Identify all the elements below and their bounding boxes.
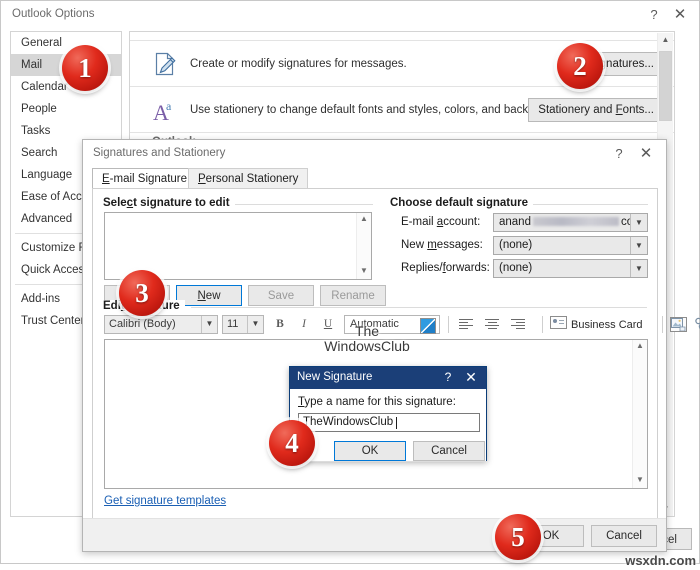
select-signature-group-label: Select signature to edit <box>103 197 235 209</box>
insert-picture-icon[interactable] <box>670 317 687 332</box>
tab-email-signature[interactable]: E-mail Signature <box>92 168 198 189</box>
step-badge-3: 3 <box>119 270 165 316</box>
bold-button[interactable]: B <box>270 315 290 334</box>
signature-editor-toolbar: Calibri (Body) ▼ 11 ▼ B I U Automatic Bu… <box>104 315 700 337</box>
signature-name-input[interactable]: TheWindowsClub <box>298 413 480 432</box>
new-signature-cancel-button[interactable]: Cancel <box>413 441 485 461</box>
chevron-down-icon[interactable]: ▼ <box>630 214 647 231</box>
scroll-up-arrow-icon[interactable]: ▲ <box>357 213 371 227</box>
signatures-dialog-title: Signatures and Stationery <box>93 147 226 159</box>
scroll-down-arrow-icon[interactable]: ▼ <box>357 265 371 279</box>
signature-name-value: TheWindowsClub <box>303 416 394 428</box>
new-signature-ok-button[interactable]: OK <box>334 441 406 461</box>
help-icon[interactable]: ? <box>608 144 630 164</box>
email-account-value: anandcom <box>499 216 643 228</box>
replies-forwards-combo[interactable]: (none) ▼ <box>493 259 648 278</box>
new-signature-dialog: New Signature ? ✕ Type a name for this s… <box>289 366 487 462</box>
section-divider <box>130 132 674 133</box>
toolbar-divider <box>542 316 543 333</box>
email-account-combo[interactable]: anandcom ▼ <box>493 213 648 232</box>
align-center-icon[interactable] <box>482 317 502 332</box>
email-account-prefix: anand <box>499 216 531 228</box>
choose-default-signature-group-label: Choose default signature <box>390 197 534 209</box>
new-signature-title: New Signature <box>297 371 373 383</box>
text-caret <box>396 417 397 429</box>
new-messages-label: New messages: <box>401 239 483 251</box>
step-badge-5: 5 <box>495 514 541 560</box>
signatures-and-stationery-dialog: Signatures and Stationery ? ✕ E-mail Sig… <box>82 139 700 552</box>
font-color-value: Automatic <box>350 318 399 330</box>
signature-edit-scrollbar[interactable]: ▲ ▼ <box>632 340 647 488</box>
chevron-down-icon[interactable]: ▼ <box>630 237 647 254</box>
rename-signature-button[interactable]: Rename <box>320 285 386 306</box>
business-card-label: Business Card <box>571 319 643 331</box>
new-signature-body: Type a name for this signature: TheWindo… <box>290 389 486 462</box>
email-account-label: E-mail account: <box>401 216 481 228</box>
stationery-option-row: A a Use stationery to change default fon… <box>130 86 674 132</box>
business-card-button[interactable]: Business Card <box>550 316 643 334</box>
scroll-down-arrow-icon[interactable]: ▼ <box>633 474 647 488</box>
business-card-icon <box>550 316 567 329</box>
signatures-option-description: Create or modify signatures for messages… <box>190 58 407 70</box>
align-left-icon[interactable] <box>456 317 476 332</box>
new-signature-button[interactable]: New <box>176 285 242 306</box>
new-signature-prompt: Type a name for this signature: <box>298 396 456 408</box>
stationery-and-fonts-button[interactable]: Stationery and Fonts... <box>528 98 664 122</box>
signatures-dialog-cancel-button[interactable]: Cancel <box>591 525 657 547</box>
toolbar-divider <box>448 316 449 333</box>
chevron-down-icon[interactable]: ▼ <box>630 260 647 277</box>
sidebar-item-general[interactable]: General <box>11 32 121 54</box>
signature-listbox-scrollbar[interactable]: ▲ ▼ <box>356 213 371 279</box>
italic-button[interactable]: I <box>294 315 314 334</box>
align-right-icon[interactable] <box>508 317 528 332</box>
new-messages-combo[interactable]: (none) ▼ <box>493 236 648 255</box>
tab-personal-stationery[interactable]: Personal Stationery <box>188 168 309 189</box>
font-family-value: Calibri (Body) <box>109 318 176 330</box>
font-color-combo[interactable]: Automatic <box>344 315 440 334</box>
close-icon[interactable]: ✕ <box>669 5 691 25</box>
close-icon[interactable]: ✕ <box>635 144 657 164</box>
save-signature-button[interactable]: Save <box>248 285 314 306</box>
scroll-up-arrow-icon[interactable]: ▲ <box>658 33 673 48</box>
new-messages-value: (none) <box>499 239 533 251</box>
font-color-swatch-icon[interactable] <box>420 318 436 334</box>
toolbar-divider <box>662 316 663 333</box>
insert-hyperlink-icon[interactable] <box>694 317 700 332</box>
scroll-up-arrow-icon[interactable]: ▲ <box>633 340 647 354</box>
font-family-combo[interactable]: Calibri (Body) ▼ <box>104 315 218 334</box>
outlook-options-titlebar: Outlook Options ? ✕ <box>1 1 699 29</box>
svg-text:a: a <box>166 99 172 113</box>
replies-forwards-label: Replies/forwards: <box>401 262 490 274</box>
signatures-dialog-tabs: E-mail Signature Personal Stationery <box>92 168 658 189</box>
get-signature-templates-link[interactable]: Get signature templates <box>104 495 226 507</box>
signature-pencil-icon <box>152 51 178 77</box>
font-size-value: 11 <box>227 318 239 330</box>
chevron-down-icon[interactable]: ▼ <box>201 316 217 333</box>
help-icon[interactable]: ? <box>643 5 665 25</box>
chevron-down-icon[interactable]: ▼ <box>247 316 263 333</box>
step-badge-1: 1 <box>62 45 108 91</box>
step-badge-4: 4 <box>269 420 315 466</box>
step-badge-2: 2 <box>557 43 603 89</box>
replies-forwards-value: (none) <box>499 262 533 274</box>
underline-button[interactable]: U <box>318 315 338 334</box>
redacted-email-region <box>532 217 619 227</box>
close-icon[interactable]: ✕ <box>463 369 479 386</box>
help-icon[interactable]: ? <box>440 370 456 384</box>
email-signature-tab-panel: Select signature to edit ▲ ▼ Delete New … <box>92 188 700 520</box>
stationery-Aa-icon: A a <box>152 97 178 125</box>
font-size-combo[interactable]: 11 ▼ <box>222 315 264 334</box>
signatures-dialog-footer: OK Cancel <box>83 518 666 551</box>
signatures-dialog-titlebar: Signatures and Stationery ? ✕ <box>83 140 666 167</box>
group-divider <box>191 307 647 308</box>
sidebar-item-people[interactable]: People <box>11 98 121 120</box>
new-signature-titlebar: New Signature ? ✕ <box>290 367 486 389</box>
outlook-options-title: Outlook Options <box>12 8 95 20</box>
stationery-option-description: Use stationery to change default fonts a… <box>190 104 573 116</box>
scrollbar-thumb[interactable] <box>659 51 672 121</box>
